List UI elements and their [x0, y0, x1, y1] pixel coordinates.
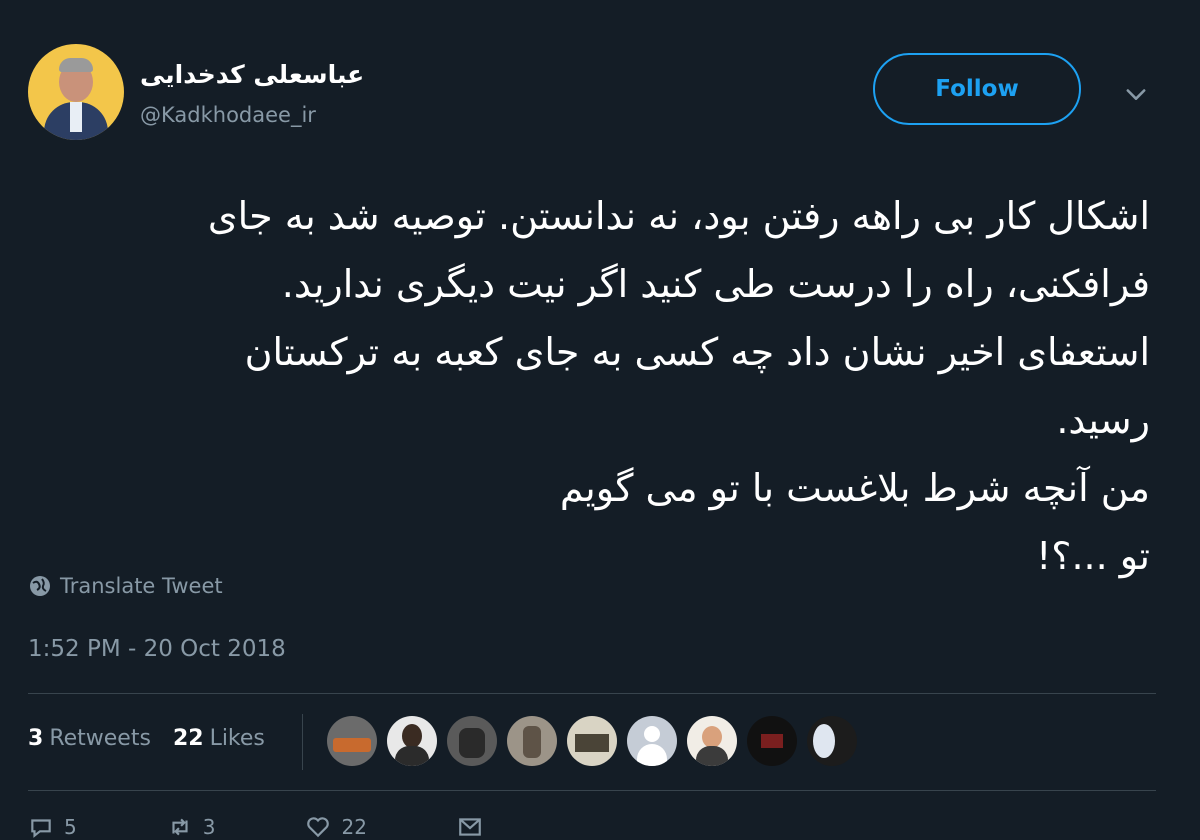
retweets-label: Retweets: [49, 726, 151, 751]
globe-icon: [30, 576, 50, 596]
like-count: 22: [341, 815, 367, 839]
liker-avatar[interactable]: [747, 716, 797, 766]
likes-count: 22: [172, 726, 204, 751]
tweet-line: رسید.: [1056, 398, 1150, 442]
retweets-count: 3: [28, 726, 44, 751]
liker-avatar[interactable]: [507, 716, 557, 766]
author-display-name[interactable]: عباسعلی کدخدایی: [140, 60, 364, 89]
translate-label: Translate Tweet: [60, 574, 223, 598]
liker-avatar[interactable]: [687, 716, 737, 766]
liker-avatar[interactable]: [327, 716, 377, 766]
likes-label: Likes: [209, 726, 265, 751]
chevron-down-icon[interactable]: [1122, 80, 1150, 108]
liker-avatar[interactable]: [387, 716, 437, 766]
tweet-line: من آنچه شرط بلاغست با تو می گویم: [559, 466, 1150, 510]
heart-icon: [307, 817, 330, 838]
tweet-line: استعفای اخیر نشان داد چه کسی به جای کعبه…: [244, 330, 1150, 374]
message-icon: [459, 818, 481, 836]
liker-avatar[interactable]: [447, 716, 497, 766]
reply-button[interactable]: 5: [28, 814, 77, 840]
retweet-count: 3: [202, 815, 216, 839]
direct-message-button[interactable]: [457, 814, 483, 840]
retweet-button[interactable]: 3: [167, 814, 216, 840]
retweet-icon: [172, 818, 188, 836]
author-handle[interactable]: @Kadkhodaee_ir: [140, 103, 316, 127]
liker-avatar[interactable]: [807, 716, 857, 766]
stats-separator: [302, 714, 303, 770]
likes-stat[interactable]: 22 Likes: [173, 726, 265, 751]
avatar-shirt-shape: [70, 102, 82, 132]
avatar-hair-shape: [59, 58, 93, 72]
divider: [28, 693, 1156, 694]
tweet-timestamp[interactable]: 1:52 PM - 20 Oct 2018: [28, 636, 286, 662]
tweet-line: فرافکنی، راه را درست طی کنید اگر نیت دیگ…: [281, 262, 1150, 306]
like-button[interactable]: 22: [305, 814, 367, 840]
tweet-text: اشکال کار بی راهه رفتن بود، نه ندانستن. …: [40, 182, 1150, 590]
likers-avatar-row: [327, 716, 857, 766]
author-avatar[interactable]: [28, 44, 124, 140]
tweet-action-bar: 5 3 22: [28, 814, 483, 840]
reply-icon: [31, 819, 51, 838]
divider: [28, 790, 1156, 791]
liker-avatar[interactable]: [627, 716, 677, 766]
liker-avatar[interactable]: [567, 716, 617, 766]
tweet-line: اشکال کار بی راهه رفتن بود، نه ندانستن. …: [207, 194, 1150, 238]
reply-count: 5: [64, 815, 77, 839]
retweets-stat[interactable]: 3 Retweets: [28, 726, 151, 751]
follow-button[interactable]: Follow: [873, 53, 1081, 125]
tweet-stats: 3 Retweets 22 Likes: [28, 726, 265, 751]
translate-tweet-link[interactable]: Translate Tweet: [28, 574, 223, 598]
